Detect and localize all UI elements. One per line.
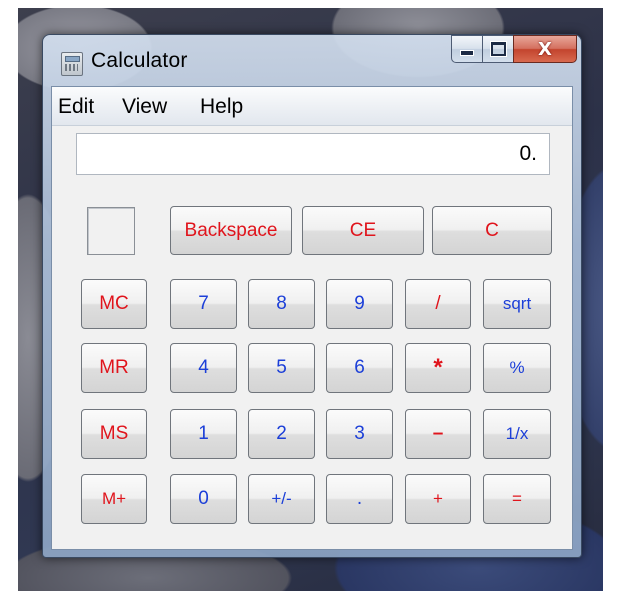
close-icon: X bbox=[538, 38, 552, 60]
add-button[interactable]: + bbox=[405, 474, 471, 524]
subtract-button[interactable]: – bbox=[405, 409, 471, 459]
negate-button[interactable]: +/- bbox=[248, 474, 315, 524]
clear-entry-button[interactable]: CE bbox=[302, 206, 424, 255]
menu-view[interactable]: View bbox=[122, 95, 167, 119]
reciprocal-button[interactable]: 1/x bbox=[483, 409, 551, 459]
clear-button[interactable]: C bbox=[432, 206, 552, 255]
digit-9-button[interactable]: 9 bbox=[326, 279, 393, 329]
sqrt-button[interactable]: sqrt bbox=[483, 279, 551, 329]
menu-bar: Edit View Help bbox=[52, 87, 572, 126]
decimal-button[interactable]: . bbox=[326, 474, 393, 524]
calculator-window: Calculator X Edit View Help 0. Backspace… bbox=[42, 34, 582, 558]
memory-add-button[interactable]: M+ bbox=[81, 474, 147, 524]
digit-4-button[interactable]: 4 bbox=[170, 343, 237, 393]
result-display: 0. bbox=[76, 133, 550, 175]
calculator-body: Edit View Help 0. Backspace CE C MC 7 8 … bbox=[51, 86, 573, 550]
digit-1-button[interactable]: 1 bbox=[170, 409, 237, 459]
digit-2-button[interactable]: 2 bbox=[248, 409, 315, 459]
maximize-icon bbox=[490, 42, 506, 56]
display-value: 0. bbox=[519, 142, 537, 165]
memory-indicator bbox=[87, 207, 135, 255]
maximize-button[interactable] bbox=[482, 35, 513, 63]
multiply-button[interactable]: * bbox=[405, 343, 471, 393]
digit-0-button[interactable]: 0 bbox=[170, 474, 237, 524]
divide-button[interactable]: / bbox=[405, 279, 471, 329]
memory-clear-button[interactable]: MC bbox=[81, 279, 147, 329]
percent-button[interactable]: % bbox=[483, 343, 551, 393]
window-title: Calculator bbox=[91, 49, 188, 72]
minimize-icon bbox=[460, 50, 474, 56]
menu-help[interactable]: Help bbox=[200, 95, 243, 119]
digit-8-button[interactable]: 8 bbox=[248, 279, 315, 329]
calculator-icon bbox=[61, 52, 83, 76]
backspace-button[interactable]: Backspace bbox=[170, 206, 292, 255]
digit-5-button[interactable]: 5 bbox=[248, 343, 315, 393]
title-bar[interactable]: Calculator X bbox=[43, 35, 581, 85]
digit-6-button[interactable]: 6 bbox=[326, 343, 393, 393]
memory-recall-button[interactable]: MR bbox=[81, 343, 147, 393]
digit-7-button[interactable]: 7 bbox=[170, 279, 237, 329]
equals-button[interactable]: = bbox=[483, 474, 551, 524]
minimize-button[interactable] bbox=[451, 35, 482, 63]
menu-edit[interactable]: Edit bbox=[58, 95, 94, 119]
window-controls: X bbox=[451, 35, 577, 63]
memory-store-button[interactable]: MS bbox=[81, 409, 147, 459]
digit-3-button[interactable]: 3 bbox=[326, 409, 393, 459]
close-button[interactable]: X bbox=[513, 35, 577, 63]
